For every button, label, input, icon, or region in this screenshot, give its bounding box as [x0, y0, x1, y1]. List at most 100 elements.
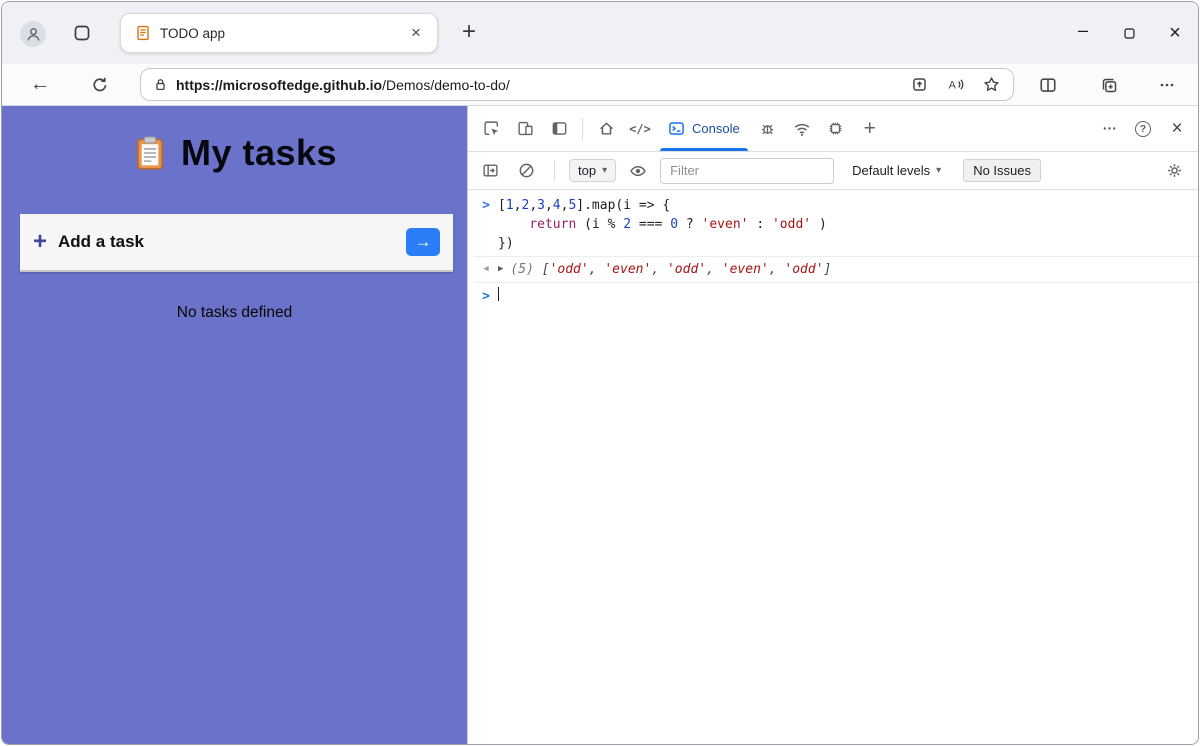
network-conditions-icon[interactable]: [785, 106, 819, 151]
token: (5): [510, 262, 533, 277]
tab-favicon-icon: [135, 25, 151, 41]
console-output: >[1,2,3,4,5].map(i => { return (i % 2 ==…: [468, 190, 1198, 745]
console-result-row: ◀▶ (5) ['odd', 'even', 'odd', 'even', 'od…: [474, 256, 1198, 283]
new-tab-button[interactable]: +: [454, 17, 484, 47]
token: 2: [623, 217, 631, 232]
help-icon[interactable]: ?: [1126, 106, 1160, 151]
maximize-icon: [1123, 27, 1136, 40]
live-expression-eye-icon[interactable]: [624, 157, 652, 185]
collections-icon[interactable]: [1095, 71, 1123, 99]
lock-icon: [153, 77, 168, 92]
token: :: [749, 217, 772, 232]
console-prompt[interactable]: >: [474, 283, 1198, 310]
add-task-input[interactable]: + Add a task →: [20, 214, 453, 272]
url-host: https://microsoftedge.github.io: [176, 77, 382, 93]
app-install-icon[interactable]: [905, 71, 933, 99]
token: ,: [529, 198, 537, 213]
submit-task-button[interactable]: →: [406, 228, 440, 256]
token: .map(: [584, 198, 623, 213]
token: 3: [537, 198, 545, 213]
browser-window: TODO app × + – × ←: [1, 1, 1199, 745]
inspect-element-icon[interactable]: [474, 106, 508, 151]
clear-console-icon[interactable]: [512, 157, 540, 185]
token: ,: [706, 262, 722, 277]
address-bar[interactable]: https://microsoftedge.github.io/Demos/de…: [140, 68, 1014, 101]
token: (: [576, 217, 592, 232]
browser-tab[interactable]: TODO app ×: [120, 13, 438, 53]
token: return: [529, 217, 576, 232]
close-devtools-icon[interactable]: ×: [1160, 106, 1194, 151]
context-selector[interactable]: top ▾: [569, 159, 616, 182]
token: 'odd': [550, 262, 589, 277]
performance-chip-icon[interactable]: [819, 106, 853, 151]
empty-state-text: No tasks defined: [2, 304, 467, 322]
browser-more-icon[interactable]: [1153, 71, 1181, 99]
plus-icon: +: [33, 230, 47, 254]
minimize-button[interactable]: –: [1060, 2, 1106, 64]
content-area: My tasks + Add a task → No tasks defined: [2, 106, 1198, 745]
devtools-panel: </> Console: [467, 106, 1198, 745]
panel-layout-icon[interactable]: [542, 106, 576, 151]
console-input-echo-line-2: return (i % 2 === 0 ? 'even' : 'odd' ): [474, 215, 1198, 234]
tab-actions-icon[interactable]: [73, 24, 91, 42]
console-settings-gear-icon[interactable]: [1160, 157, 1188, 185]
console-toolbar: top ▾ Default levels ▾ No Issues: [468, 152, 1198, 190]
result-preview: (5) ['odd', 'even', 'odd', 'even', 'odd'…: [510, 260, 831, 279]
token: i: [623, 198, 631, 213]
back-button[interactable]: ←: [26, 71, 54, 99]
code-line: }): [498, 234, 514, 253]
chevron-down-icon: ▾: [602, 165, 607, 176]
maximize-button[interactable]: [1106, 2, 1152, 64]
refresh-button[interactable]: [86, 71, 114, 99]
code-line: [1,2,3,4,5].map(i => {: [498, 196, 670, 215]
url-path: /Demos/demo-to-do/: [382, 77, 510, 93]
sources-tab[interactable]: </>: [623, 106, 657, 151]
token: 'odd': [784, 262, 823, 277]
token: 4: [553, 198, 561, 213]
expand-triangle-icon[interactable]: ▶: [498, 260, 503, 279]
person-icon: [25, 26, 42, 43]
token: 'even': [702, 217, 749, 232]
console-tab[interactable]: Console: [657, 106, 751, 151]
devtools-more-icon[interactable]: [1092, 106, 1126, 151]
token: %: [600, 217, 623, 232]
svg-text:A: A: [948, 80, 956, 92]
token: ,: [545, 198, 553, 213]
token: ,: [651, 262, 667, 277]
read-aloud-icon[interactable]: A: [941, 71, 969, 99]
bug-icon[interactable]: [751, 106, 785, 151]
log-levels-label: Default levels: [852, 163, 930, 178]
filter-input[interactable]: [660, 158, 834, 184]
tab-title: TODO app: [160, 26, 396, 41]
token: 1: [506, 198, 514, 213]
favorites-star-icon[interactable]: [977, 71, 1005, 99]
gutter: [474, 215, 498, 234]
token: ,: [769, 262, 785, 277]
close-window-button[interactable]: ×: [1152, 2, 1198, 64]
add-panel-icon[interactable]: +: [853, 106, 887, 151]
token: ]: [576, 198, 584, 213]
issues-badge[interactable]: No Issues: [963, 159, 1041, 182]
token: }): [498, 236, 514, 251]
profile-avatar[interactable]: [20, 21, 46, 47]
url-text: https://microsoftedge.github.io/Demos/de…: [176, 77, 510, 93]
token: 'even': [722, 262, 769, 277]
arrow-right-icon: →: [415, 232, 432, 252]
devtools-main-toolbar: </> Console: [468, 106, 1198, 152]
console-icon: [668, 120, 685, 137]
token: i: [592, 217, 600, 232]
todo-app-page: My tasks + Add a task → No tasks defined: [2, 106, 467, 745]
tab-close-icon[interactable]: ×: [405, 22, 427, 44]
log-levels-dropdown[interactable]: Default levels ▾: [852, 163, 941, 178]
token: ===: [631, 217, 670, 232]
prompt-chevron-icon: >: [474, 287, 498, 306]
token: 'odd': [667, 262, 706, 277]
app-header: My tasks: [2, 106, 467, 174]
welcome-home-icon[interactable]: [589, 106, 623, 151]
token: ): [811, 217, 827, 232]
split-screen-icon[interactable]: [1034, 71, 1062, 99]
result-marker-icon: ◀: [474, 260, 498, 279]
context-selector-value: top: [578, 163, 596, 178]
device-emulation-icon[interactable]: [508, 106, 542, 151]
console-sidebar-icon[interactable]: [476, 157, 504, 185]
